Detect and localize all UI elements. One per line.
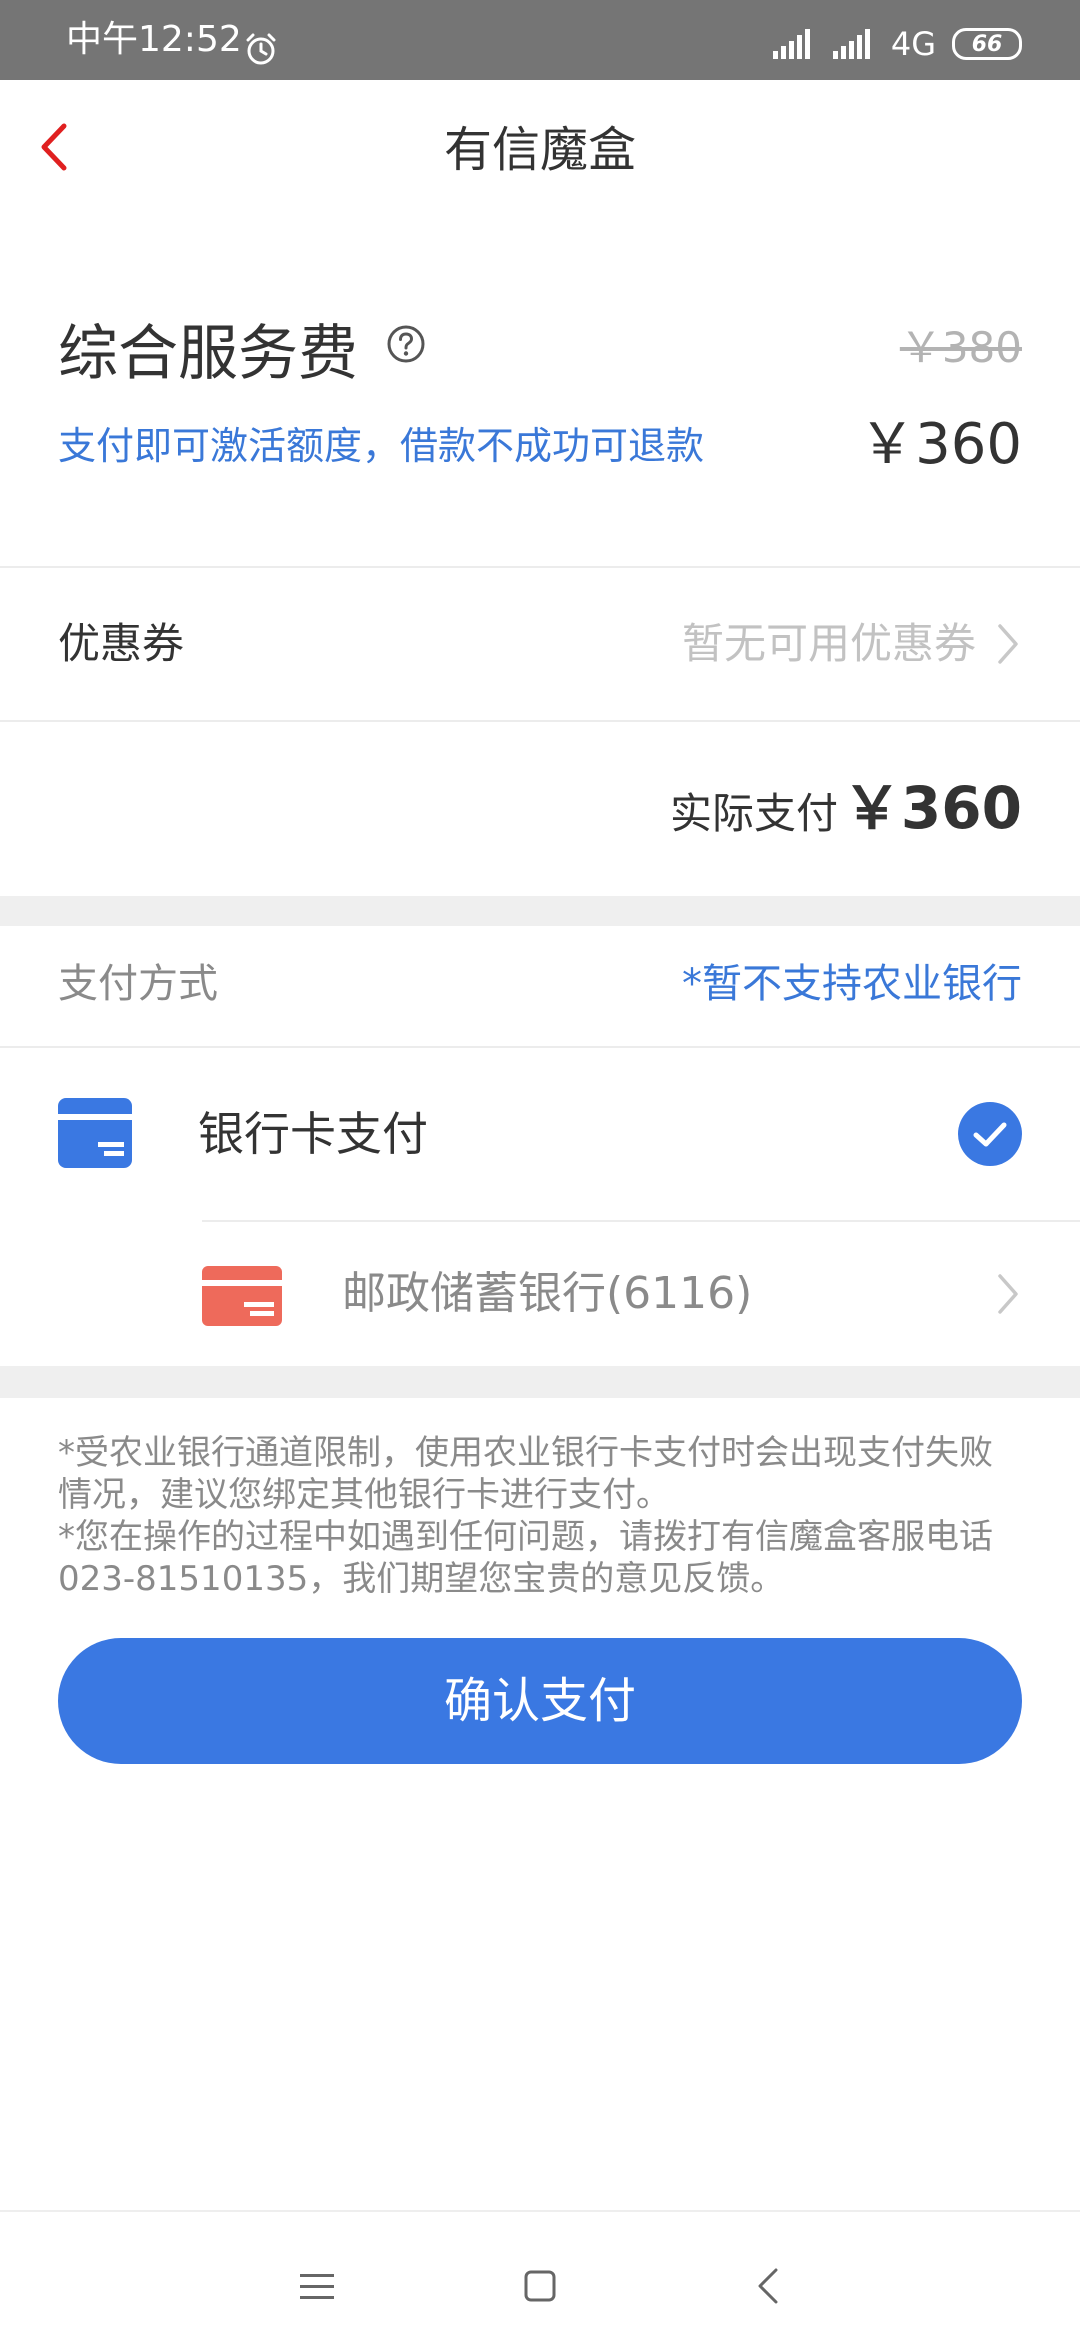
alarm-icon xyxy=(246,33,276,65)
battery-level: 66 xyxy=(971,31,1003,57)
status-time: 中午12:52 xyxy=(66,19,242,60)
confirm-payment-button[interactable]: 确认支付 xyxy=(58,1638,1022,1764)
section-separator xyxy=(0,896,1080,926)
status-right: 4G 66 xyxy=(771,24,1022,64)
signal-icon xyxy=(772,29,810,59)
system-nav-bar xyxy=(0,2210,1080,2342)
coupon-value: 暂无可用优惠券 xyxy=(681,619,976,668)
payment-method-label: 支付方式 xyxy=(58,961,218,1007)
fee-price: ￥360 xyxy=(859,412,1022,477)
bank-card-icon xyxy=(202,1266,282,1326)
notes: *受农业银行通道限制，使用农业银行卡支付时会出现支付失败情况，建议您绑定其他银行… xyxy=(58,1432,1022,1600)
payment-method-note: *暂不支持农业银行 xyxy=(682,961,1022,1007)
check-circle-icon[interactable] xyxy=(958,1102,1022,1166)
actual-payment-amount: ￥360 xyxy=(842,774,1022,842)
home-square-icon[interactable] xyxy=(524,2270,556,2302)
note-text: *受农业银行通道限制，使用农业银行卡支付时会出现支付失败情况，建议您绑定其他银行… xyxy=(58,1433,993,1515)
divider xyxy=(0,720,1080,722)
actual-payment-label: 实际支付 xyxy=(669,789,838,838)
original-price: ￥380 xyxy=(899,323,1022,372)
coupon-label: 优惠券 xyxy=(58,619,185,668)
back-triangle-icon[interactable] xyxy=(756,2266,780,2306)
bank-card-payment-label: 银行卡支付 xyxy=(198,1107,428,1161)
signal-icon xyxy=(832,29,870,59)
page-title: 有信魔盒 xyxy=(443,122,636,178)
question-circle-icon[interactable] xyxy=(386,324,426,364)
menu-icon[interactable] xyxy=(300,2272,334,2302)
status-bar: 中午12:52 4G 66 xyxy=(0,0,1080,80)
network-type: 4G xyxy=(890,25,936,63)
battery-icon: 66 xyxy=(952,28,1022,60)
header: 有信魔盒 xyxy=(0,80,1080,210)
chevron-right-icon xyxy=(998,1274,1018,1314)
chevron-right-icon xyxy=(998,624,1018,664)
note-text: *您在操作的过程中如遇到任何问题，请拨打有信魔盒客服电话023-81510135… xyxy=(58,1517,993,1599)
fee-title: 综合服务费 xyxy=(58,319,358,389)
bank-card-icon xyxy=(58,1098,132,1168)
fee-subtitle: 支付即可激活额度，借款不成功可退款 xyxy=(58,424,705,468)
selected-card: 邮政储蓄银行(6116) xyxy=(342,1268,753,1319)
bank-card-payment-option[interactable] xyxy=(0,1048,1080,1220)
section-separator xyxy=(0,1366,1080,1398)
